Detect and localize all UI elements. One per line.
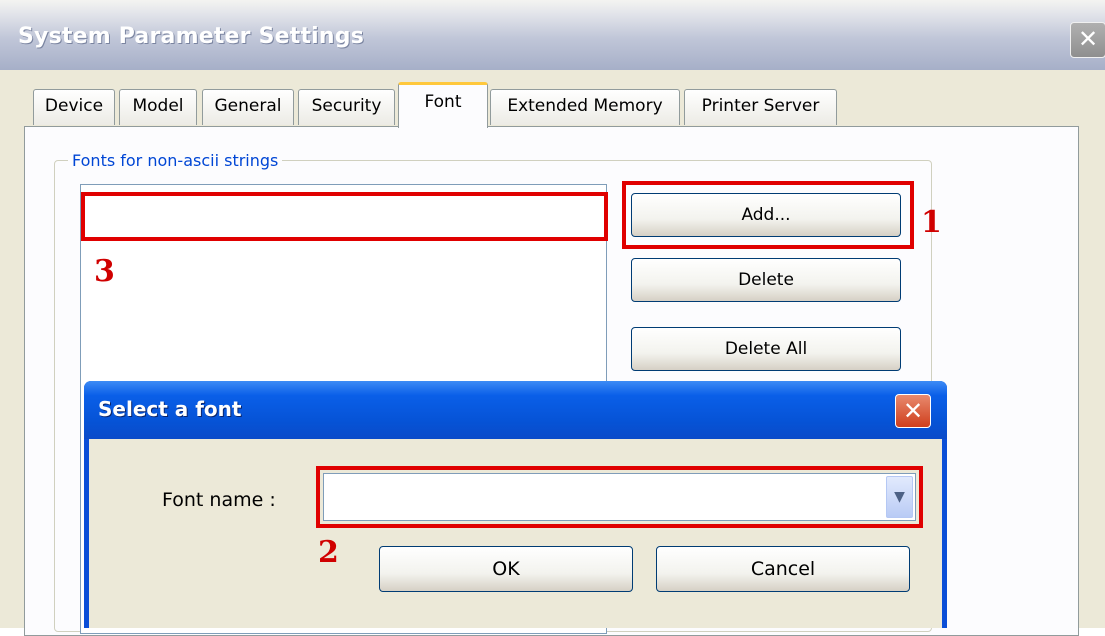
annotation-box-2 (316, 466, 923, 528)
ok-button[interactable]: OK (379, 546, 633, 592)
window-close-button[interactable]: ✕ (1070, 22, 1105, 58)
window-titlebar: System Parameter Settings ✕ (0, 0, 1105, 70)
tab-general[interactable]: General (202, 89, 294, 125)
annotation-marker-2: 2 (318, 535, 339, 570)
tab-extended-memory[interactable]: Extended Memory (490, 89, 680, 125)
annotation-marker-1: 1 (921, 205, 942, 240)
cancel-button[interactable]: Cancel (656, 546, 910, 592)
delete-all-fonts-button[interactable]: Delete All (631, 327, 901, 371)
annotation-box-3 (81, 192, 608, 241)
annotation-box-1 (622, 181, 914, 249)
tab-device[interactable]: Device (33, 89, 115, 125)
dialog-title: Select a font (98, 397, 242, 421)
tab-font[interactable]: Font (398, 82, 488, 128)
dialog-titlebar: Select a font ✕ (84, 381, 947, 439)
annotation-marker-3: 3 (94, 254, 115, 289)
window-title: System Parameter Settings (18, 24, 365, 49)
tab-model[interactable]: Model (119, 89, 197, 125)
tab-security[interactable]: Security (298, 89, 395, 125)
delete-font-button[interactable]: Delete (631, 258, 901, 302)
dialog-close-button[interactable]: ✕ (895, 394, 931, 428)
fonts-group-label: Fonts for non-ascii strings (68, 151, 283, 170)
font-name-label: Font name : (162, 489, 276, 511)
tab-printer-server[interactable]: Printer Server (684, 89, 837, 125)
